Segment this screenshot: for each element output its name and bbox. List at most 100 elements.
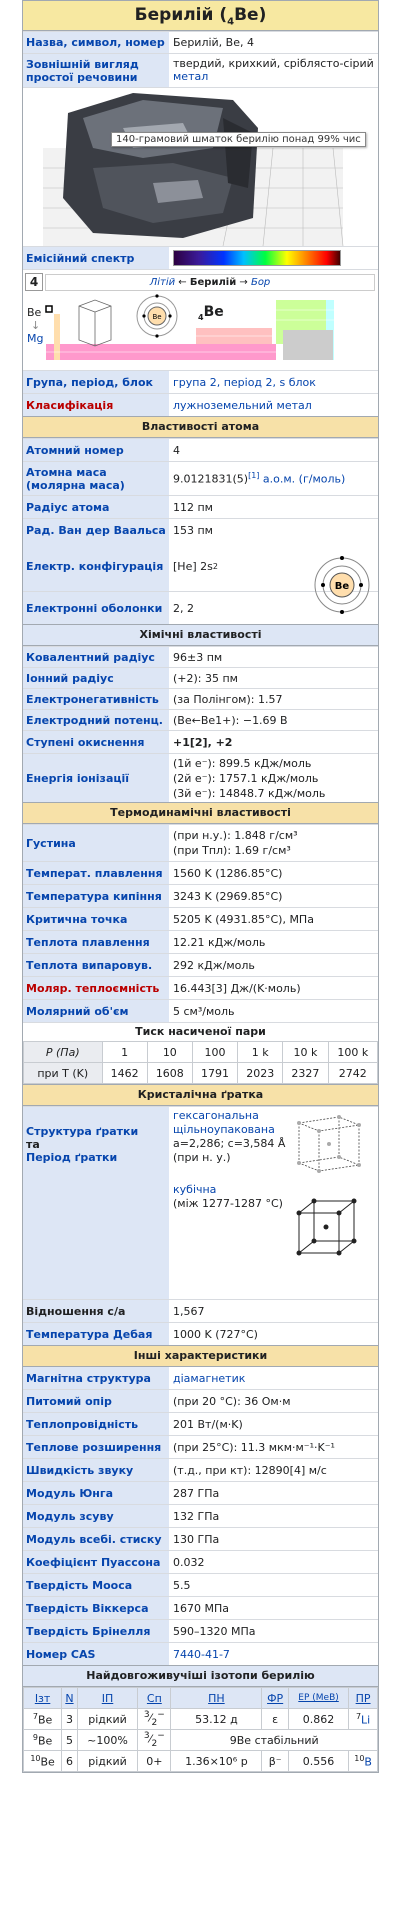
label-resistivity[interactable]: Питомий опір <box>23 1390 169 1412</box>
label-brinell-hardness[interactable]: Твердість Брінелля <box>23 1620 169 1642</box>
atomic-mass-unit-link[interactable]: а.о.м. (г/моль) <box>259 473 345 486</box>
label-vdw-radius[interactable]: Рад. Ван дер Ваальса <box>23 519 169 541</box>
label-appearance[interactable]: Зовнішній вигляд простої речовини <box>23 54 169 87</box>
col-decay-energy[interactable]: ЕР (МеВ) <box>287 1687 350 1709</box>
label-heat-of-vaporization[interactable]: Теплота випаровув. <box>23 954 169 976</box>
value-critical-point: 5205 K (4931.85°C), МПа <box>173 912 314 926</box>
row-heat-of-fusion: Теплота плавлення 12.21 кДж/моль <box>23 930 378 953</box>
label-thermal-expansion[interactable]: Теплове розширення <box>23 1436 169 1458</box>
label-name-symbol[interactable]: Назва, символ, номер <box>23 32 169 53</box>
row-atomic-radius: Радіус атома 112 пм <box>23 495 378 518</box>
row-magnetic-structure: Магнітна структура діамагнетик <box>23 1367 378 1389</box>
label-atomic-radius[interactable]: Радіус атома <box>23 496 169 518</box>
abundance-cell: рідкий <box>76 1750 139 1772</box>
col-half-life[interactable]: ПН <box>170 1687 263 1709</box>
value-lattice-structure: гексагональна щільноупакована a=2,286; c… <box>169 1107 378 1299</box>
lattice-period-label: Період ґратки <box>26 1151 118 1164</box>
value-heat-of-fusion: 12.21 кДж/моль <box>173 935 266 949</box>
label-thermal-conductivity[interactable]: Теплопровідність <box>23 1413 169 1435</box>
value-magnetic[interactable]: діамагнетик <box>169 1367 378 1389</box>
label-speed-of-sound[interactable]: Швидкість звуку <box>23 1459 169 1481</box>
label-electron-config[interactable]: Електр. конфігурація <box>23 541 169 591</box>
nav-prev-lithium-link[interactable]: Літій <box>150 277 175 288</box>
row-boiling-point: Температура кипіння 3243 K (2969.85°C) <box>23 884 378 907</box>
label-debye-temperature[interactable]: Температура Дебая <box>23 1323 169 1345</box>
value-group-period-block[interactable]: група 2, період 2, s блок <box>169 371 378 393</box>
label-ca-ratio: Відношення c/a <box>23 1300 169 1322</box>
col-product[interactable]: ПР <box>348 1687 378 1709</box>
label-boiling-point[interactable]: Температура кипіння <box>23 885 169 907</box>
label-covalent-radius[interactable]: Ковалентний радіус <box>23 647 169 667</box>
ionization-1: (1й е⁻): 899.5 кДж/моль <box>173 757 312 770</box>
label-atomic-number[interactable]: Атомний номер <box>23 439 169 461</box>
value-oxidation-states: +1[2], +2 <box>173 735 233 749</box>
label-ionization-energy[interactable]: Енергія іонізації <box>23 754 169 802</box>
label-critical-point[interactable]: Критична точка <box>23 908 169 930</box>
pressure-header: P (Па) <box>23 1041 103 1063</box>
spin-cell: 0+ <box>137 1750 172 1772</box>
group-number-box: 4 <box>25 273 43 291</box>
label-oxidation-states[interactable]: Ступені окиснення <box>23 731 169 753</box>
row-covalent-radius: Ковалентний радіус 96±3 пм <box>23 646 378 667</box>
label-emission-spectrum[interactable]: Емісійний спектр <box>23 247 169 269</box>
value-classification[interactable]: лужноземельний метал <box>169 394 378 416</box>
label-molar-volume[interactable]: Молярний об'єм <box>23 1000 169 1022</box>
value-electronegativity: (за Полінгом): 1.57 <box>173 692 283 706</box>
isotope-cell: 10Be <box>22 1750 63 1772</box>
spin-num: 3 <box>143 1731 150 1742</box>
nav-next-boron-link[interactable]: Бор <box>251 277 270 288</box>
col-n[interactable]: N <box>61 1687 78 1709</box>
value-name-symbol: Берилій, Be, 4 <box>173 36 254 49</box>
group-below-mg-link[interactable]: Mg <box>27 332 43 345</box>
product-link[interactable]: Li <box>361 1713 370 1726</box>
row-electrode-potential: Електродний потенц. (Be←Be1+): −1.69 В <box>23 709 378 730</box>
appearance-metal-link[interactable]: метал <box>173 70 208 83</box>
label-atomic-mass[interactable]: Атомна маса (молярна маса) <box>23 462 169 495</box>
label-vickers-hardness[interactable]: Твердість Віккерса <box>23 1597 169 1619</box>
label-density[interactable]: Густина <box>23 825 169 861</box>
isotope-cell: 7Be <box>22 1708 63 1730</box>
col-spin[interactable]: Сп <box>137 1687 172 1709</box>
label-group-period-block[interactable]: Група, період, блок <box>23 371 169 393</box>
label-shear-modulus[interactable]: Модуль зсуву <box>23 1505 169 1527</box>
hcp-lattice-diagram[interactable] <box>289 1111 369 1181</box>
value-cas-number[interactable]: 7440-41-7 <box>169 1643 378 1665</box>
label-electron-shells[interactable]: Електронні оболонки <box>23 592 169 624</box>
col-abundance[interactable]: ІП <box>76 1687 139 1709</box>
col-decay-mode[interactable]: ФР <box>261 1687 289 1709</box>
temperature-cell: 1608 <box>146 1062 193 1084</box>
electron-shell-diagram[interactable]: Be <box>312 555 372 615</box>
label-electronegativity[interactable]: Електронегативність <box>23 689 169 709</box>
value-ionic-radius: (+2): 35 пм <box>173 671 238 685</box>
label-classification[interactable]: Класифікація <box>23 394 169 416</box>
label-poisson-ratio[interactable]: Коефіцієнт Пуассона <box>23 1551 169 1573</box>
other-characteristics-list: Магнітна структура діамагнетик Питомий оп… <box>23 1367 378 1665</box>
label-molar-heat-capacity[interactable]: Моляр. теплоємність <box>23 977 169 999</box>
spin-cell: 3⁄2− <box>137 1708 172 1730</box>
element-infobox: Берилій (4Be) Назва, символ, номер Берил… <box>22 0 379 1773</box>
label-bulk-modulus[interactable]: Модуль всебі. стиску <box>23 1528 169 1550</box>
decay-energy-cell: 0.556 <box>287 1750 350 1772</box>
label-melting-point[interactable]: Температ. плавлення <box>23 862 169 884</box>
label-young-modulus[interactable]: Модуль Юнга <box>23 1482 169 1504</box>
bcc-lattice-diagram[interactable] <box>289 1193 369 1269</box>
label-magnetic[interactable]: Магнітна структура <box>23 1367 169 1389</box>
density-nu: (при н.у.): 1.848 г/см³ <box>173 829 298 842</box>
emission-spectrum-image[interactable] <box>173 250 341 266</box>
label-mohs-hardness[interactable]: Твердість Мооса <box>23 1574 169 1596</box>
iso-symbol: Be <box>37 1713 53 1727</box>
label-ionic-radius[interactable]: Іонний радіус <box>23 668 169 688</box>
label-heat-of-fusion[interactable]: Теплота плавлення <box>23 931 169 953</box>
label-electrode-potential[interactable]: Електродний потенц. <box>23 710 169 730</box>
decay-mode-cell: β⁻ <box>261 1750 289 1772</box>
product-link[interactable]: B <box>364 1755 372 1768</box>
ref-1-link[interactable]: [1] <box>248 471 259 480</box>
spin-parity: − <box>157 1710 165 1721</box>
beryllium-photo[interactable]: 140-грамовий шматок берилію понад 99% чи… <box>23 87 378 246</box>
spin-cell: 3⁄2− <box>137 1729 172 1751</box>
arrow-right-icon: → <box>236 277 251 288</box>
label-cas-number[interactable]: Номер CAS <box>23 1643 169 1665</box>
label-lattice-structure[interactable]: Структура ґратки та Період ґратки <box>23 1107 169 1299</box>
col-isotope[interactable]: Ізт <box>22 1687 63 1709</box>
value-vdw-radius: 153 пм <box>173 523 213 537</box>
